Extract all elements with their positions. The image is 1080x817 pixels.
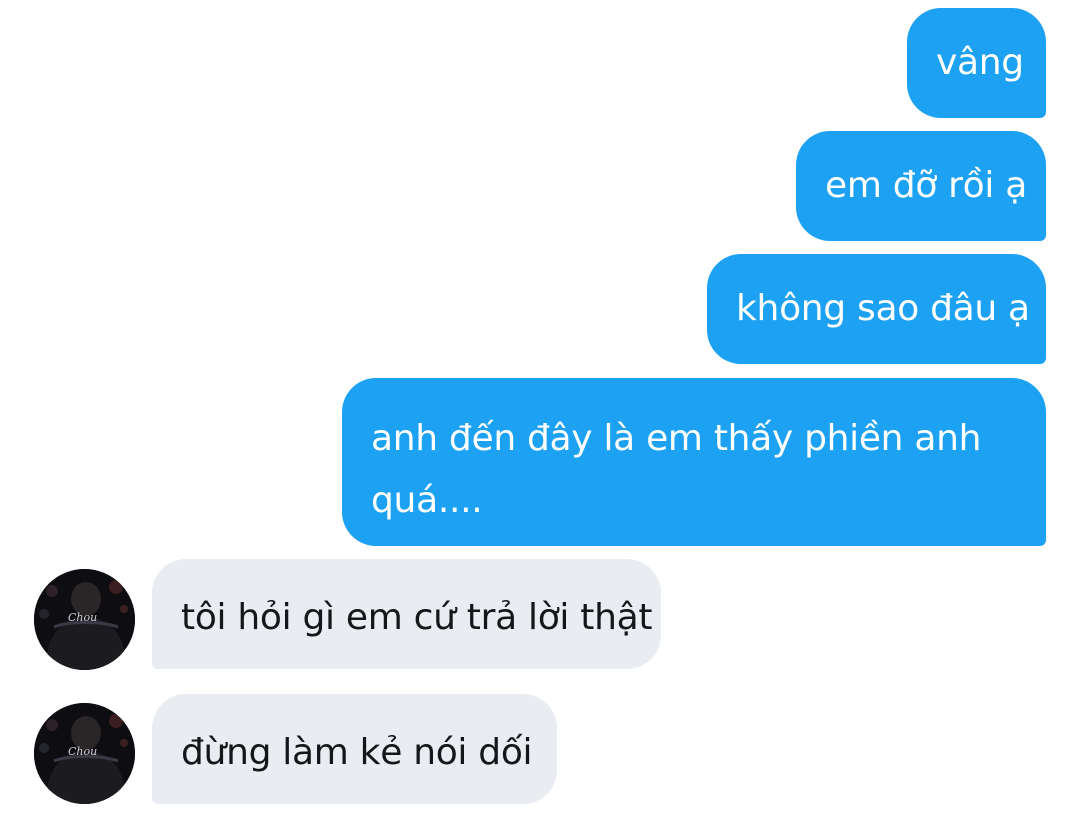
avatar-image: Chou [34, 569, 135, 670]
avatar-jersey-text: Chou [68, 745, 97, 758]
sent-message-bubble[interactable]: anh đến đây là em thấy phiền anh quá.... [342, 378, 1046, 546]
avatar-image: Chou [34, 703, 135, 804]
sent-message-bubble[interactable]: vâng [907, 8, 1046, 118]
sent-message-bubble[interactable]: em đỡ rồi ạ [796, 131, 1046, 241]
sender-avatar[interactable]: Chou [34, 569, 135, 670]
avatar-jersey-text: Chou [68, 611, 97, 624]
sent-message-bubble[interactable]: không sao đâu ạ [707, 254, 1046, 364]
received-message-bubble[interactable]: đừng làm kẻ nói dối [152, 694, 557, 804]
received-message-bubble[interactable]: tôi hỏi gì em cứ trả lời thật [152, 559, 661, 669]
sender-avatar[interactable]: Chou [34, 703, 135, 804]
